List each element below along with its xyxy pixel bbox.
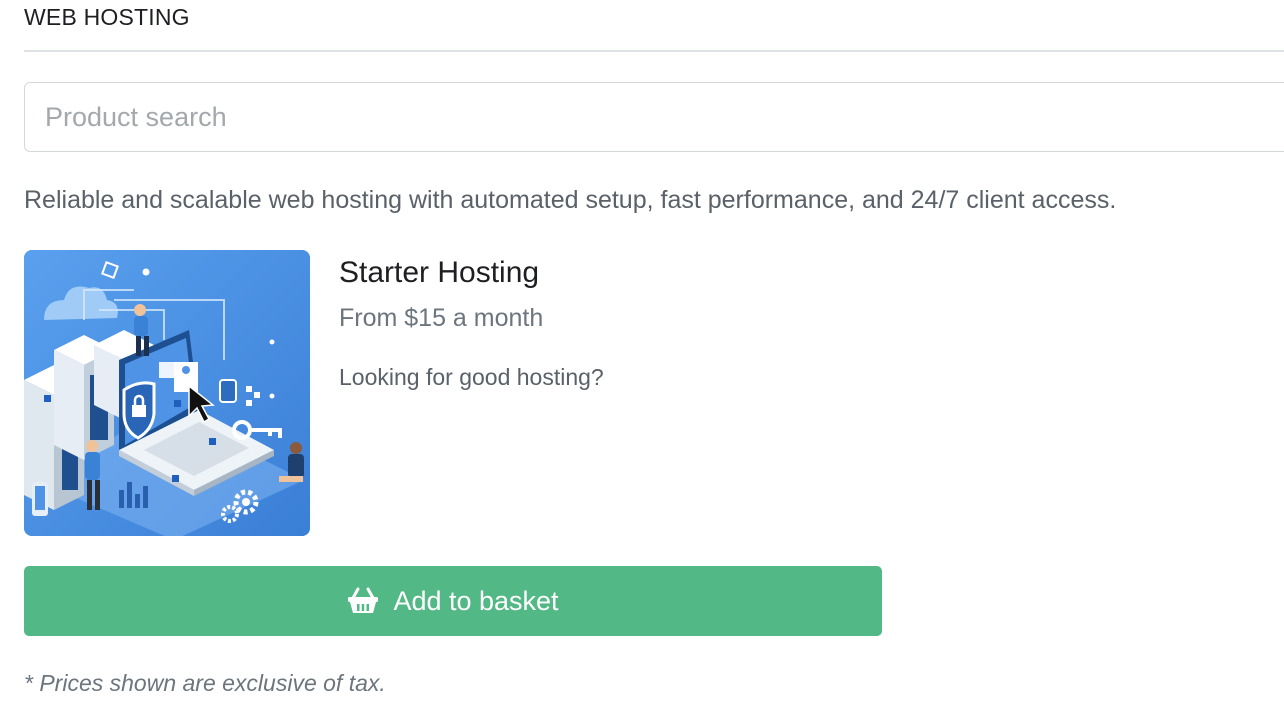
section-title: WEB HOSTING <box>24 4 190 30</box>
add-to-basket-label: Add to basket <box>393 585 559 616</box>
category-description: Reliable and scalable web hosting with a… <box>24 186 1117 214</box>
product-tagline: Looking for good hosting? <box>339 364 604 390</box>
product-page: WEB HOSTING Reliable and scalable web ho… <box>0 0 1284 720</box>
basket-icon <box>348 587 379 613</box>
add-to-basket-button[interactable]: Add to basket <box>24 566 882 636</box>
section-divider <box>24 50 1284 52</box>
tax-note: * Prices shown are exclusive of tax. <box>24 670 386 696</box>
hosting-illustration <box>24 250 310 536</box>
product-image[interactable] <box>24 250 310 536</box>
product-search-input[interactable] <box>24 82 1284 152</box>
product-price: From $15 a month <box>339 304 544 332</box>
product-name: Starter Hosting <box>339 256 540 289</box>
